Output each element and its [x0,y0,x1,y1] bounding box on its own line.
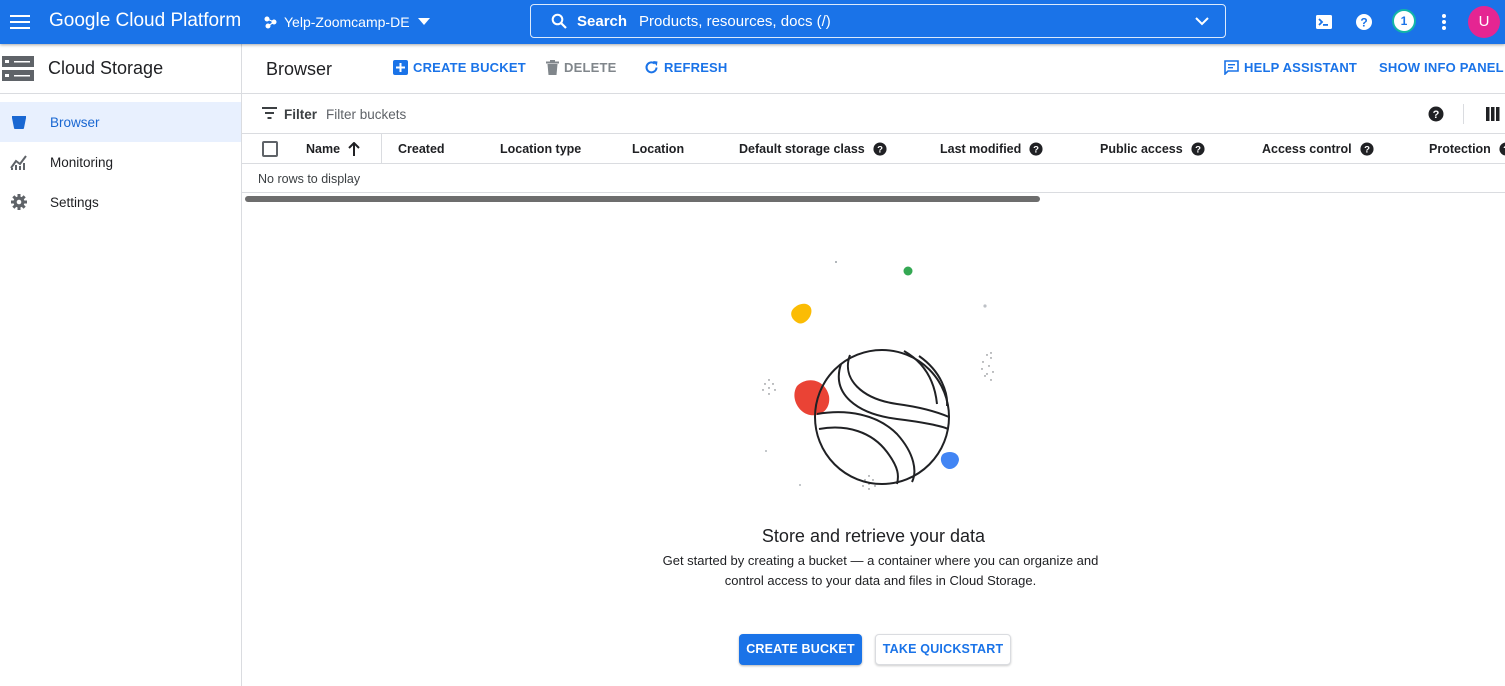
sidebar-item-label: Settings [50,194,99,210]
search-bar[interactable]: Search Products, resources, docs (/) [530,4,1226,38]
create-bucket-primary-button[interactable]: CREATE BUCKET [739,634,862,665]
help-circle-icon[interactable]: ? [1428,106,1444,122]
avatar[interactable]: U [1468,6,1500,38]
filter-label: Filter [284,107,318,122]
divider [1463,104,1464,124]
project-selector[interactable]: Yelp-Zoomcamp-DE [264,13,430,31]
gear-icon [10,193,28,211]
column-label: Default storage class [739,142,865,156]
sidebar-item-label: Monitoring [50,154,114,170]
top-app-bar: Google Cloud Platform Yelp-Zoomcamp-DE S… [0,0,1505,44]
column-label: Location type [500,142,582,156]
sidebar: Cloud Storage Browser Monitoring Setting… [0,44,242,686]
filter-input[interactable]: Filter buckets [326,107,406,122]
chevron-down-icon [417,18,430,26]
storage-icon [2,55,34,82]
refresh-icon [644,60,664,75]
take-quickstart-button[interactable]: TAKE QUICKSTART [875,634,1011,665]
create-bucket-label: CREATE BUCKET [413,60,526,75]
help-circle-icon[interactable]: ? [1352,142,1374,156]
sidebar-item-settings[interactable]: Settings [0,182,241,222]
show-info-panel-label: SHOW INFO PANEL [1379,60,1504,75]
notifications-badge[interactable]: 1 [1392,9,1416,33]
column-label: Name [306,142,341,156]
chart-icon [10,153,28,171]
trash-icon [546,60,564,75]
help-assistant-label: HELP ASSISTANT [1244,60,1358,75]
svg-text:?: ? [1433,109,1440,121]
project-dots-icon [264,15,278,29]
hamburger-menu-icon[interactable] [8,10,32,34]
column-header-public-access[interactable]: Public access ? [1100,142,1205,156]
svg-text:?: ? [1195,145,1201,156]
sidebar-item-monitoring[interactable]: Monitoring [0,142,241,182]
more-vert-icon[interactable] [1434,12,1454,32]
feedback-chat-icon [1224,60,1244,75]
column-header-last-modified[interactable]: Last modified ? [940,142,1043,156]
page-title: Browser [266,59,333,79]
svg-text:?: ? [1360,16,1367,30]
brand-name[interactable]: Google Cloud Platform [49,10,241,32]
svg-text:?: ? [1364,145,1370,156]
help-circle-icon[interactable]: ? [1021,142,1043,156]
column-header-protection[interactable]: Protection ? [1429,142,1505,156]
project-name: Yelp-Zoomcamp-DE [284,14,410,30]
search-icon [551,13,567,29]
table-header: Name Created Location type Location Defa… [242,134,1505,164]
filter-bar: Filter Filter buckets ? [242,94,1505,134]
help-circle-icon[interactable]: ? [865,142,887,156]
show-info-panel-button[interactable]: SHOW INFO PANEL [1379,60,1504,75]
delete-label: DELETE [564,60,617,75]
product-header: Cloud Storage [0,44,241,94]
empty-state-title: Store and retrieve your data [761,526,986,546]
svg-text:?: ? [877,145,883,156]
refresh-button[interactable]: REFRESH [644,60,728,75]
column-label: Location [632,142,685,156]
search-input[interactable]: Products, resources, docs (/) [639,13,1195,30]
bucket-icon [10,113,28,131]
sidebar-item-label: Browser [50,114,100,130]
add-box-icon [393,60,413,75]
refresh-label: REFRESH [664,60,728,75]
table-empty-row: No rows to display [242,164,1505,193]
empty-state-illustration [747,254,1007,494]
column-header-access-control[interactable]: Access control ? [1262,142,1374,156]
search-label: Search [577,12,628,30]
column-label: Created [398,142,445,156]
help-assistant-button[interactable]: HELP ASSISTANT [1224,60,1357,75]
delete-button[interactable]: DELETE [546,60,616,75]
help-circle-icon[interactable]: ? [1183,142,1205,156]
arrow-up-sort-icon [340,142,360,156]
column-header-created[interactable]: Created [398,142,445,156]
column-header-location-type[interactable]: Location type [500,142,581,156]
empty-state-description: Get started by creating a bucket — a con… [662,553,1099,588]
column-separator [381,134,382,164]
filter-list-icon[interactable] [262,107,277,119]
help-icon[interactable]: ? [1354,12,1374,32]
column-label: Access control [1262,142,1352,156]
create-bucket-button[interactable]: CREATE BUCKET [393,60,526,75]
toolbar: Browser CREATE BUCKET DELETE REFRESH HEL… [242,44,1505,94]
main-content: Browser CREATE BUCKET DELETE REFRESH HEL… [242,44,1505,686]
column-header-location[interactable]: Location [632,142,684,156]
column-display-icon[interactable] [1486,107,1500,121]
column-header-default-storage-class[interactable]: Default storage class ? [739,142,887,156]
search-expand-chevron-icon[interactable] [1195,16,1209,26]
column-label: Protection [1429,142,1491,156]
horizontal-scrollbar[interactable] [245,196,1040,202]
cloud-shell-terminal-icon[interactable] [1314,12,1334,32]
empty-table-text: No rows to display [258,172,361,186]
select-all-checkbox[interactable] [262,141,278,157]
sidebar-item-browser[interactable]: Browser [0,102,241,142]
column-header-name[interactable]: Name [306,142,360,156]
help-circle-icon[interactable]: ? [1491,142,1505,156]
column-label: Public access [1100,142,1183,156]
column-label: Last modified [940,142,1022,156]
svg-text:?: ? [1033,145,1039,156]
product-title: Cloud Storage [48,58,164,78]
